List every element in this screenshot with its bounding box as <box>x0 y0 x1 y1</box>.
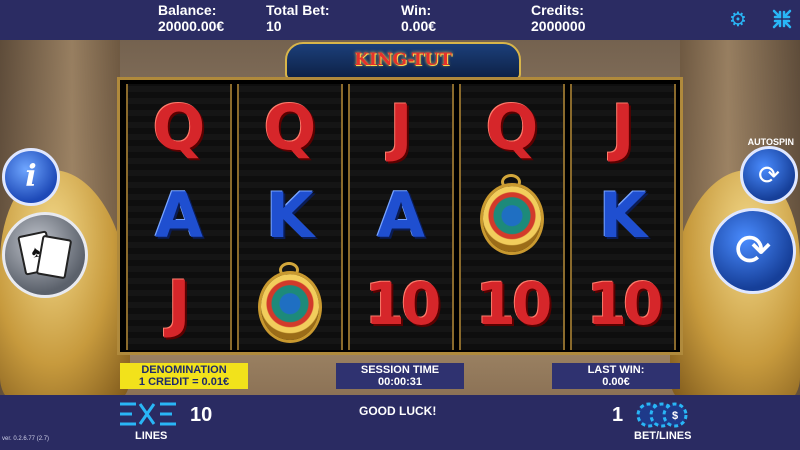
reel-symbol: J <box>611 91 635 164</box>
reel-symbol: J <box>167 267 191 340</box>
reel-2: QK <box>237 84 343 350</box>
spin-button[interactable]: ⟳ <box>710 208 796 294</box>
playing-card-back-icon <box>35 234 73 280</box>
reel-1: QAJ <box>126 84 232 350</box>
scarab-amulet-icon <box>261 274 319 340</box>
reel-symbol: A <box>155 179 203 252</box>
win-label: Win: <box>401 2 432 18</box>
reel-symbol: K <box>265 179 315 252</box>
scarab-amulet-icon <box>483 186 541 252</box>
game-logo: KING-TUT <box>285 42 521 80</box>
gear-icon[interactable]: ⚙ <box>726 8 750 32</box>
total-bet-label: Total Bet: <box>266 2 330 18</box>
logo-text: KING-TUT <box>354 50 452 70</box>
spin-arrows-icon: ⟳ <box>734 226 772 275</box>
reel-symbol: Q <box>485 91 539 164</box>
status-message: GOOD LUCK! <box>359 404 437 418</box>
balance-label: Balance: <box>158 2 217 18</box>
total-bet-stat: Total Bet: 10 <box>266 2 330 34</box>
last-win-panel: LAST WIN: 0.00€ <box>552 363 680 389</box>
bet-per-line-value: 1 <box>612 404 624 426</box>
reel-5: J K 10 <box>570 84 676 350</box>
reel-symbol: 10 <box>364 270 442 338</box>
top-bar: Balance: 20000.00€ Total Bet: 10 Win: 0.… <box>0 0 800 40</box>
total-bet-value: 10 <box>266 18 282 34</box>
denomination-panel[interactable]: DENOMINATION 1 CREDIT = 0.01€ <box>120 363 248 389</box>
credits-label: Credits: <box>531 2 584 18</box>
reels-area: QAJ QK J A 10 Q 10 J K 10 <box>117 77 683 355</box>
lines-selector-icon[interactable] <box>118 401 178 427</box>
scarab-amulet-symbol <box>461 172 563 260</box>
last-win-value: 0.00€ <box>602 376 630 388</box>
lines-label: LINES <box>135 430 168 442</box>
reel-4: Q 10 <box>459 84 565 350</box>
credits-stat: Credits: 2000000 <box>531 2 586 34</box>
win-stat: Win: 0.00€ <box>401 2 436 34</box>
paytable-button[interactable]: ♠ <box>2 212 88 298</box>
reel-symbol: Q <box>152 91 206 164</box>
last-win-label: LAST WIN: <box>587 364 645 376</box>
collapse-arrows-icon[interactable] <box>770 8 794 32</box>
bet-chips-icon[interactable]: $ <box>636 402 688 428</box>
balance-value: 20000.00€ <box>158 18 225 34</box>
reel-symbol: K <box>598 179 648 252</box>
svg-text:$: $ <box>672 410 678 422</box>
reel-symbol: 10 <box>586 270 664 338</box>
win-value: 0.00€ <box>401 18 437 34</box>
bet-lines-label: BET/LINES <box>634 430 692 442</box>
version-text: ver. 0.2.6.77 (2.7) <box>2 436 50 442</box>
balance-stat: Balance: 20000.00€ <box>158 2 224 34</box>
session-time-label: SESSION TIME <box>360 364 440 376</box>
denomination-label: DENOMINATION <box>141 364 227 376</box>
credits-value: 2000000 <box>531 18 586 34</box>
reel-symbol: J <box>389 91 413 164</box>
info-icon[interactable]: i <box>2 148 60 206</box>
reel-symbol: 10 <box>475 270 553 338</box>
session-time-panel: SESSION TIME 00:00:31 <box>336 363 464 389</box>
session-time-value: 00:00:31 <box>377 376 423 388</box>
reel-symbol: Q <box>263 91 317 164</box>
lines-value: 10 <box>190 404 213 426</box>
reel-symbol: A <box>377 179 425 252</box>
reel-3: J A 10 <box>348 84 454 350</box>
autospin-arrows-icon: ⟳ <box>758 160 780 190</box>
denomination-value: 1 CREDIT = 0.01€ <box>138 376 230 388</box>
collapse-arrows-svg <box>772 9 792 29</box>
autospin-button[interactable]: ⟳ <box>740 146 798 204</box>
scarab-amulet-symbol <box>239 260 341 348</box>
